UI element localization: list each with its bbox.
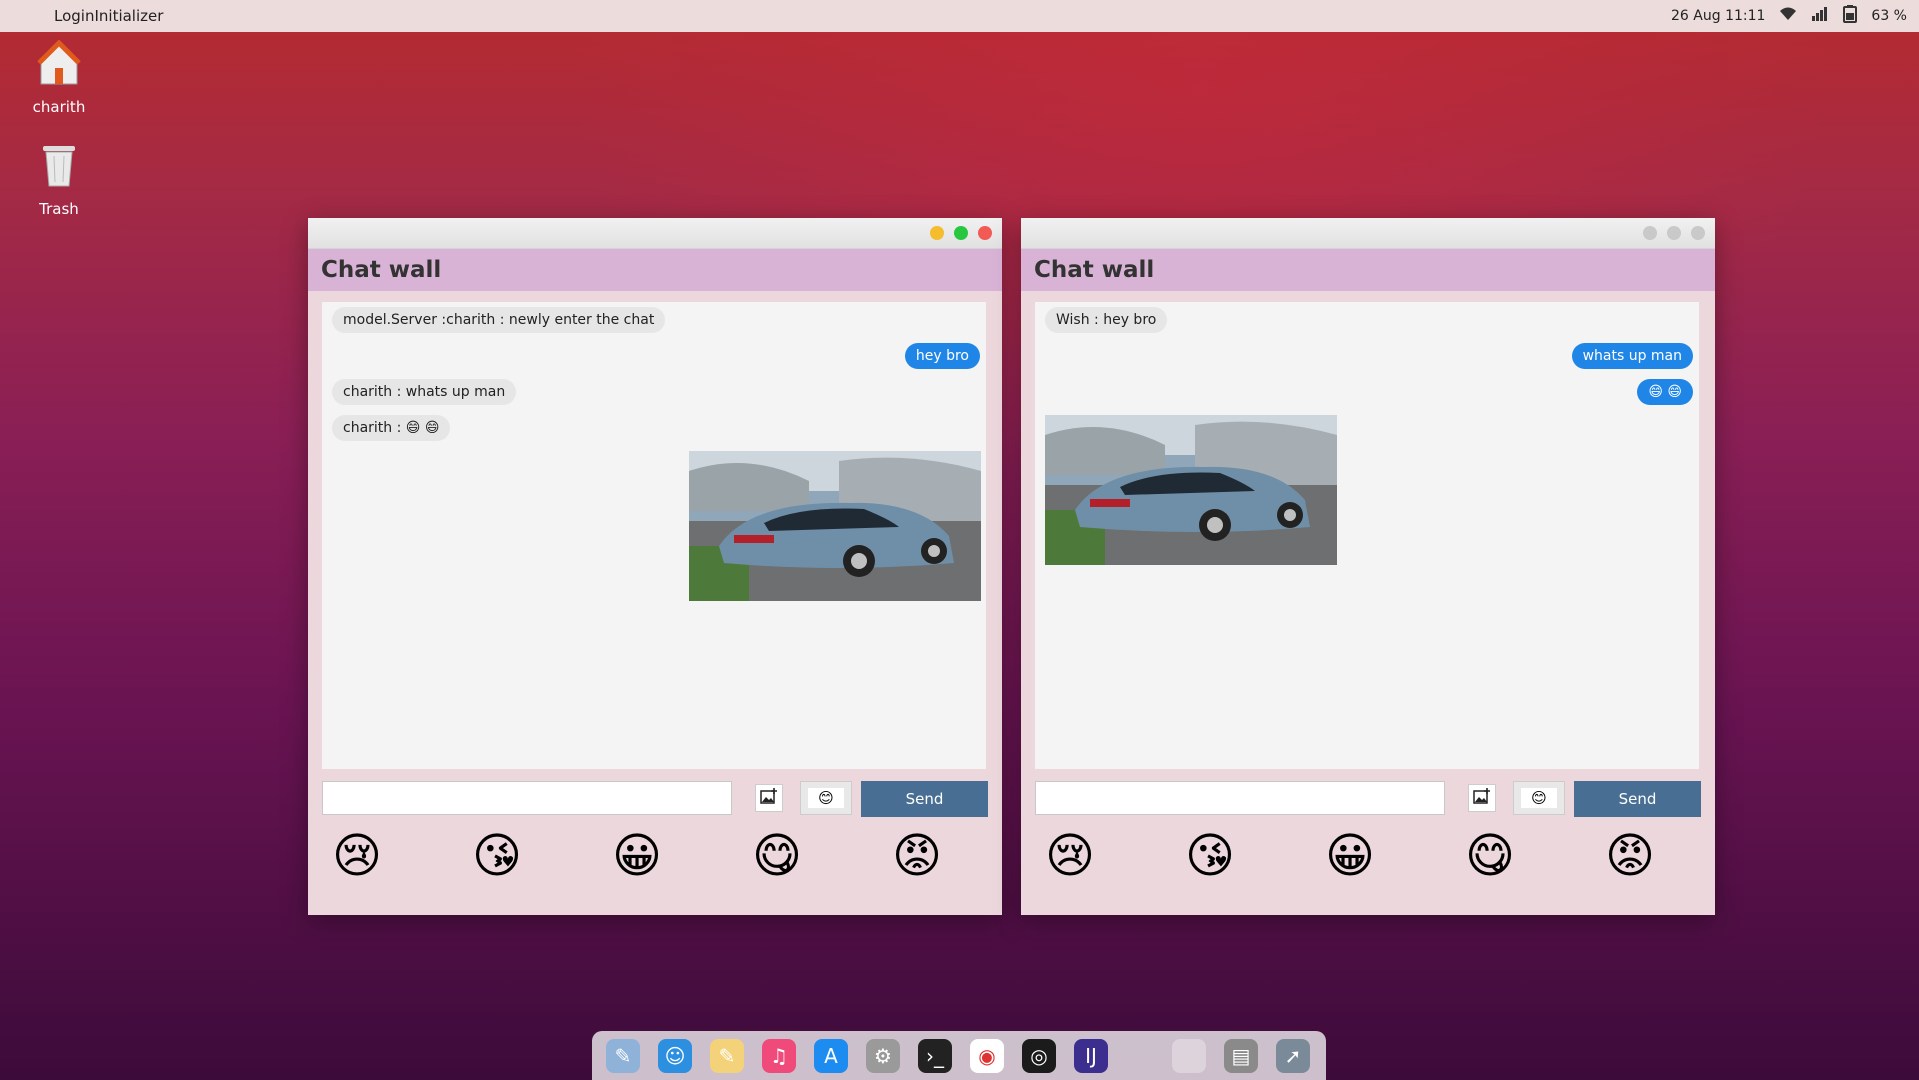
chat-header: Chat wall [308,249,1002,291]
emoji-bar: 😢 😘 😀 😋 😡 [322,828,988,884]
send-button[interactable]: Send [861,781,988,817]
chat-window-1: Chat wall model.Server :charith : newly … [308,218,1002,915]
grin-emoji-icon[interactable]: 😀 [1320,828,1380,884]
yum-emoji-icon[interactable]: 😋 [1460,828,1520,884]
volume-icon[interactable] [1811,6,1829,26]
finder-icon[interactable]: ☺ [658,1039,692,1073]
chat-title: Chat wall [1034,257,1155,283]
car-photo-message[interactable] [1045,415,1337,565]
printer-icon[interactable]: ▤ [1224,1039,1258,1073]
top-menu-bar: LoginInitializer 26 Aug 11:11 63 % [0,0,1919,32]
datetime[interactable]: 26 Aug 11:11 [1671,8,1765,24]
maximize-button[interactable] [954,226,968,240]
wifi-icon[interactable] [1779,7,1797,25]
intellij-icon[interactable]: IJ [1074,1039,1108,1073]
kiss-emoji-icon[interactable]: 😘 [1180,828,1240,884]
message-outgoing: hey bro [904,343,980,369]
message-outgoing: whats up man [1571,343,1693,369]
smile-icon: 😊 [808,788,844,808]
chat-title: Chat wall [321,257,442,283]
minimize-button[interactable] [1643,226,1657,240]
preview-icon[interactable]: ✎ [606,1039,640,1073]
chat-header: Chat wall [1021,249,1715,291]
emoji-bar: 😢 😘 😀 😋 😡 [1035,828,1701,884]
emoji-picker-button[interactable]: 😊 [1513,781,1565,815]
desktop-icon-trash[interactable]: Trash [14,142,104,218]
yum-emoji-icon[interactable]: 😋 [747,828,807,884]
close-button[interactable] [1691,226,1705,240]
composer-row: 😊 Send [1035,781,1701,817]
window-titlebar[interactable] [308,218,1002,249]
window-titlebar[interactable] [1021,218,1715,249]
composer-row: 😊 Send [322,781,988,817]
active-app-name[interactable]: LoginInitializer [54,7,163,25]
kiss-emoji-icon[interactable]: 😘 [467,828,527,884]
message-input[interactable] [1035,781,1445,815]
maximize-button[interactable] [1667,226,1681,240]
desktop-icon-label: Trash [39,200,79,218]
chrome-icon[interactable]: ◉ [970,1039,1004,1073]
message-incoming: Wish : hey bro [1045,307,1168,333]
send-button[interactable]: Send [1574,781,1701,817]
image-add-icon [1473,788,1491,808]
settings-icon[interactable]: ⚙ [866,1039,900,1073]
music-icon[interactable]: ♫ [762,1039,796,1073]
car-photo-message[interactable] [689,451,981,601]
desktop-icon-label: charith [32,98,86,116]
message-input[interactable] [322,781,732,815]
message-incoming: charith : 😄 😄 [332,415,451,441]
notes-icon[interactable]: ✎ [710,1039,744,1073]
attach-image-button[interactable] [755,784,783,812]
app-store-icon[interactable]: A [814,1039,848,1073]
minimize-button[interactable] [930,226,944,240]
angry-emoji-icon[interactable]: 😡 [1600,828,1660,884]
desktop-icon-home[interactable]: charith [14,39,104,116]
crying-emoji-icon[interactable]: 😢 [327,828,387,884]
trash-icon [14,142,104,200]
chat-message-area[interactable]: model.Server :charith : newly enter the … [322,302,986,769]
chat-window-2: Chat wall Wish : hey bro whats up man 😄 … [1021,218,1715,915]
close-button[interactable] [978,226,992,240]
battery-icon[interactable] [1843,5,1858,27]
emoji-picker-button[interactable]: 😊 [800,781,852,815]
battery-percent: 63 % [1871,8,1907,24]
message-outgoing: 😄 😄 [1637,379,1693,405]
obs-icon[interactable]: ◎ [1022,1039,1056,1073]
terminal-icon[interactable]: ›_ [918,1039,952,1073]
attach-image-button[interactable] [1468,784,1496,812]
smile-icon: 😊 [1521,788,1557,808]
launchpad-icon[interactable]: ➚ [1276,1039,1310,1073]
dock: ✎ ☺ ✎ ♫ A ⚙ ›_ ◉ ◎ IJ ▤ ➚ [592,1031,1326,1080]
grin-emoji-icon[interactable]: 😀 [607,828,667,884]
home-folder-icon [14,39,104,98]
crying-emoji-icon[interactable]: 😢 [1040,828,1100,884]
empty-slot [1172,1039,1206,1073]
chat-message-area[interactable]: Wish : hey bro whats up man 😄 😄 [1035,302,1699,769]
message-incoming: charith : whats up man [332,379,517,405]
image-add-icon [760,788,778,808]
status-area: 26 Aug 11:11 63 % [1671,0,1907,32]
message-incoming: model.Server :charith : newly enter the … [332,307,666,333]
angry-emoji-icon[interactable]: 😡 [887,828,947,884]
